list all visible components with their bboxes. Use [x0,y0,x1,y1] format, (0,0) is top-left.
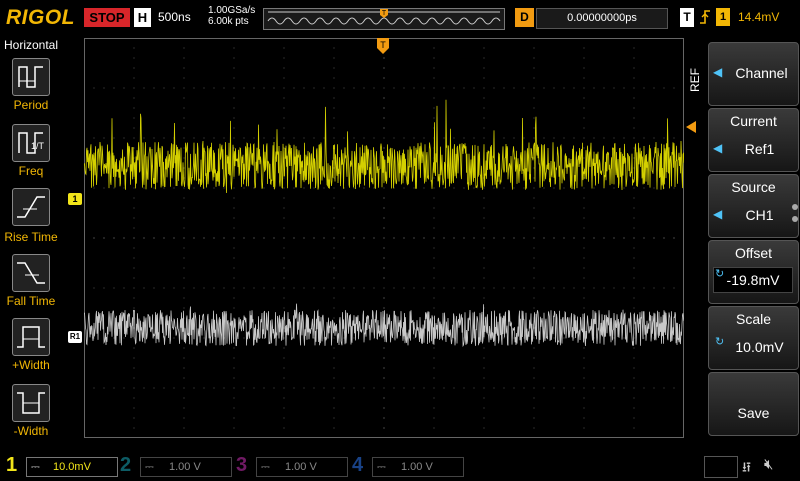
fall-time-button[interactable] [12,254,50,292]
period-label: Period [13,98,49,112]
channel-button[interactable]: ◀ Channel [708,42,799,106]
positive-width-label: +Width [12,358,50,372]
trigger-position-label: T [382,10,387,17]
ch3-scale-text: 1.00 V [285,461,317,473]
rising-edge-icon [698,8,712,29]
fall-time-icon [17,262,45,284]
memory-position-bar[interactable]: T [263,8,505,30]
brand-logo: RIGOL [6,6,75,29]
trigger-source-badge: 1 [716,8,730,26]
page-dot-icon [792,216,798,222]
dc-coupling-icon: ⎓ [145,461,154,473]
speaker-muted-icon[interactable]: 🔇︎ [764,456,773,473]
timebase-value[interactable]: 500ns [158,10,191,24]
dc-coupling-icon: ⎓ [261,461,270,473]
rotary-knob-icon: ↻ [715,268,725,280]
scale-button[interactable]: Scale ↻ 10.0mV [708,306,799,370]
positive-width-icon [17,326,45,348]
dc-coupling-icon: ⎓ [377,461,386,473]
current-value: Ref1 [744,141,775,157]
ch1-offset-marker[interactable]: 1 [68,193,82,205]
delay-label: D [515,8,534,27]
save-button[interactable]: Save [708,372,799,436]
negative-width-icon [17,392,45,414]
usb-icon: ⭿ [742,459,752,475]
trigger-label: T [680,8,694,27]
channel-label: Channel [735,65,788,81]
ref1-waveform [84,303,684,348]
source-title: Source [731,179,776,195]
ch3-number[interactable]: 3 [236,454,247,477]
sample-rate: 1.00GSa/s [208,5,256,16]
ref1-offset-marker[interactable]: R1 [68,331,82,343]
frequency-icon: 1/T [18,132,45,154]
page-dot-icon [792,204,798,210]
trigger-level[interactable]: 14.4mV [738,10,779,24]
rise-time-button[interactable] [12,188,50,226]
ch1-number[interactable]: 1 [6,454,17,477]
scale-value: 10.0mV [735,339,784,355]
offset-value-text: -19.8mV [726,272,780,288]
ch4-scale[interactable]: ⎓ 1.00 V [372,457,464,477]
current-button[interactable]: Current ◀ Ref1 [708,108,799,172]
freq-button[interactable]: 1/T [12,124,50,162]
timebase-label: H [134,8,151,27]
offset-title: Offset [734,245,773,261]
freq-label: Freq [18,164,44,178]
ch3-scale[interactable]: ⎓ 1.00 V [256,457,348,477]
negative-width-label: -Width [13,424,49,438]
ref-menu: REF ◀ Channel Current ◀ Ref1 Source ◀ CH… [688,36,800,452]
dc-coupling-icon: ⎓ [31,461,40,473]
fall-time-label: Fall Time [6,294,56,308]
rise-time-label: Rise Time [4,230,58,244]
offset-value[interactable]: -19.8mV [713,267,793,293]
memory-waveform-icon: T [264,9,504,29]
period-button[interactable] [12,58,50,96]
positive-width-button[interactable] [12,318,50,356]
menu-section-label: REF [688,68,702,92]
left-menu-title: Horizontal [3,38,59,52]
memory-depth: 6.00k pts [208,16,249,27]
trigger-time-marker[interactable]: T [377,38,389,61]
source-value: CH1 [745,207,774,223]
save-label: Save [737,405,770,421]
acquisition-info: 1.00GSa/s 6.00k pts [208,5,255,27]
ch1-waveform [84,99,684,194]
ch2-scale[interactable]: ⎓ 1.00 V [140,457,232,477]
ch2-scale-text: 1.00 V [169,461,201,473]
delay-value[interactable]: 0.00000000ps [536,8,668,29]
source-button[interactable]: Source ◀ CH1 [708,174,799,238]
grid-lines [84,38,684,438]
ch1-scale[interactable]: ⎓ 10.0mV [26,457,118,477]
offset-button[interactable]: Offset -19.8mV ↻ [708,240,799,304]
scale-title: Scale [735,311,772,327]
run-stop-indicator[interactable]: STOP [84,8,130,27]
ch4-scale-text: 1.00 V [401,461,433,473]
trigger-level-marker[interactable] [686,120,698,138]
graticule [84,38,684,438]
negative-width-button[interactable] [12,384,50,422]
trigger-time-label: T [380,40,386,50]
rise-time-icon [17,196,45,218]
ch1-scale-text: 10.0mV [53,461,91,473]
ch2-number[interactable]: 2 [120,454,131,477]
svg-text:1/T: 1/T [31,141,45,151]
period-icon [18,66,43,88]
current-title: Current [730,113,777,129]
ch4-number[interactable]: 4 [352,454,363,477]
notification-tab[interactable] [704,456,738,478]
